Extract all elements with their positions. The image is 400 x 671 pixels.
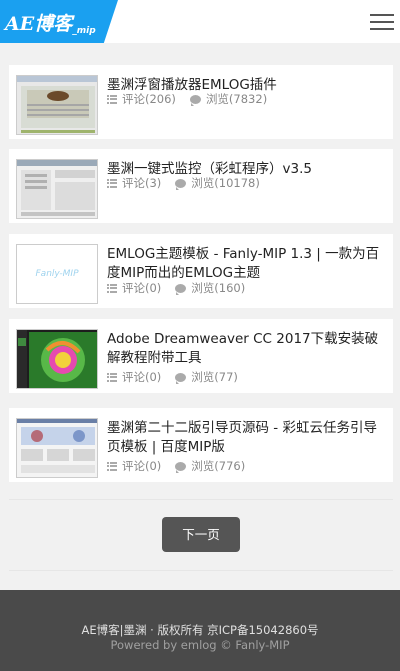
footer-site-link[interactable]: AE博客|墨渊 [81, 623, 146, 637]
logo-text: AE博客_mip [5, 9, 96, 36]
footer-icp-link[interactable]: 京ICP备15042860号 [207, 623, 318, 637]
footer-copyright: AE博客|墨渊 · 版权所有 京ICP备15042860号 [0, 622, 400, 638]
list-icon [107, 283, 117, 293]
article-card[interactable]: 墨渊浮窗播放器EMLOG插件 评论(206) 浏览(7832) [9, 65, 393, 139]
footer-theme-link[interactable]: Fanly-MIP [235, 638, 289, 652]
footer-powered-prefix: Powered by [110, 638, 178, 652]
article-meta: 评论(0) 浏览(160) [107, 280, 245, 296]
chat-bubble-icon [175, 178, 187, 190]
chat-bubble-icon [189, 94, 201, 106]
chat-bubble-icon [175, 283, 187, 295]
article-meta: 评论(0) 浏览(77) [107, 369, 238, 385]
article-title[interactable]: EMLOG主题模板 - Fanly-MIP 1.3 | 一款为百度MIP而出的E… [107, 245, 389, 283]
article-thumbnail[interactable] [16, 418, 98, 478]
article-thumbnail[interactable] [16, 75, 98, 135]
article-title[interactable]: 墨渊第二十二版引导页源码 - 彩虹云任务引导页模板 | 百度MIP版 [107, 419, 389, 457]
list-icon [107, 178, 117, 188]
comment-count: 评论(3) [122, 176, 162, 190]
comment-count: 评论(0) [122, 370, 162, 384]
comment-count: 评论(0) [122, 281, 162, 295]
article-meta: 评论(206) 浏览(7832) [107, 91, 267, 107]
logo-subtitle: _mip [72, 26, 96, 36]
list-icon [107, 94, 117, 104]
article-thumbnail[interactable] [16, 159, 98, 219]
article-card[interactable]: 墨渊第二十二版引导页源码 - 彩虹云任务引导页模板 | 百度MIP版 评论(0)… [9, 408, 393, 482]
site-logo[interactable]: AE博客_mip [0, 0, 118, 43]
logo-title: AE博客 [5, 13, 73, 35]
footer-emlog-link[interactable]: emlog [181, 638, 217, 652]
thumbnail-text: Fanly-MIP [35, 269, 79, 279]
hamburger-menu-icon[interactable] [370, 12, 394, 32]
article-card[interactable]: Adobe Dreamweaver CC 2017下载安装破解教程附带工具 评论… [9, 319, 393, 393]
divider [9, 570, 393, 571]
article-card[interactable]: 墨渊一键式监控（彩虹程序）v3.5 评论(3) 浏览(10178) [9, 149, 393, 223]
article-thumbnail[interactable]: Fanly-MIP [16, 244, 98, 304]
footer-powered: Powered by emlog © Fanly-MIP [0, 638, 400, 652]
view-count: 浏览(10178) [191, 176, 260, 190]
comment-count: 评论(206) [122, 92, 176, 106]
article-meta: 评论(0) 浏览(776) [107, 458, 245, 474]
site-footer: AE博客|墨渊 · 版权所有 京ICP备15042860号 Powered by… [0, 590, 400, 671]
article-card[interactable]: Fanly-MIP EMLOG主题模板 - Fanly-MIP 1.3 | 一款… [9, 234, 393, 308]
list-icon [107, 461, 117, 471]
view-count: 浏览(77) [191, 370, 238, 384]
list-icon [107, 372, 117, 382]
next-page-button[interactable]: 下一页 [162, 517, 240, 552]
article-meta: 评论(3) 浏览(10178) [107, 175, 260, 191]
article-thumbnail[interactable] [16, 329, 98, 389]
top-header: AE博客_mip [0, 0, 400, 43]
view-count: 浏览(776) [191, 459, 246, 473]
view-count: 浏览(160) [191, 281, 246, 295]
comment-count: 评论(0) [122, 459, 162, 473]
footer-copyright-symbol: © [220, 638, 232, 652]
divider [9, 499, 393, 500]
article-title[interactable]: Adobe Dreamweaver CC 2017下载安装破解教程附带工具 [107, 330, 389, 368]
chat-bubble-icon [175, 372, 187, 384]
chat-bubble-icon [175, 461, 187, 473]
view-count: 浏览(7832) [205, 92, 268, 106]
footer-rights: · 版权所有 [150, 623, 204, 637]
